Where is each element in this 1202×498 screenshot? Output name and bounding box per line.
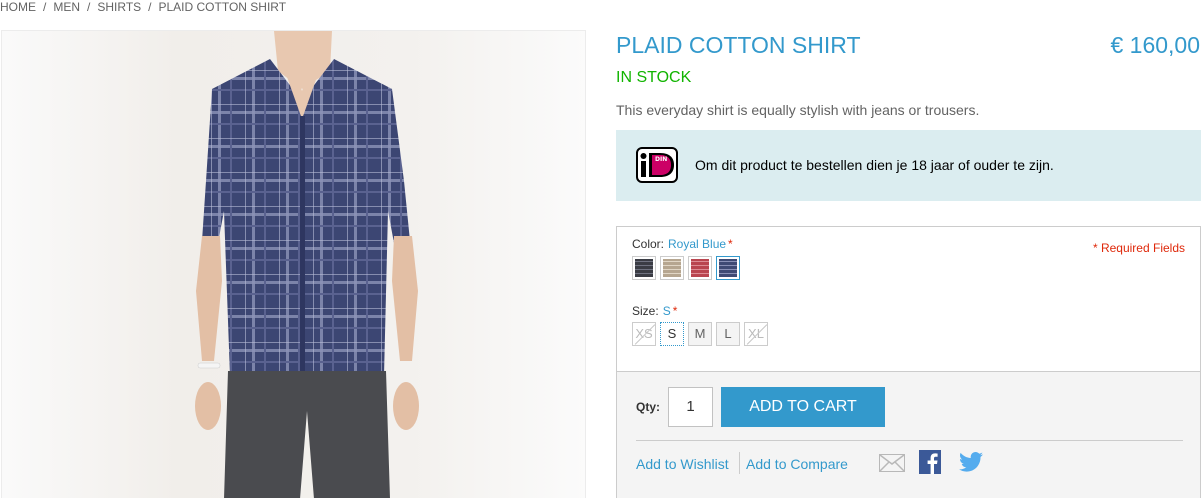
divider bbox=[636, 440, 1183, 441]
required-mark: * bbox=[728, 237, 733, 251]
link-separator bbox=[739, 452, 740, 474]
size-option-xs[interactable]: XS bbox=[632, 322, 656, 346]
color-label-text: Color: bbox=[632, 237, 665, 251]
color-swatch-khaki[interactable] bbox=[660, 256, 684, 280]
product-options: Color: Royal Blue * * Required Fields Size… bbox=[616, 226, 1201, 498]
breadcrumb-separator: / bbox=[148, 0, 152, 14]
options-configurable: Color: Royal Blue * * Required Fields Size… bbox=[617, 227, 1200, 371]
product-price: € 160,00 bbox=[1110, 32, 1200, 58]
breadcrumb-home[interactable]: HOME bbox=[0, 0, 36, 14]
breadcrumb-men[interactable]: MEN bbox=[53, 0, 80, 14]
twitter-icon[interactable] bbox=[959, 452, 983, 477]
age-notice-text: Om dit product te bestellen dien je 18 j… bbox=[695, 157, 1054, 173]
add-to-compare-link[interactable]: Add to Compare bbox=[746, 456, 848, 472]
size-option-label: S bbox=[667, 326, 677, 341]
product-name: PLAID COTTON SHIRT bbox=[616, 32, 861, 58]
qty-input[interactable]: 1 bbox=[668, 387, 713, 427]
size-option-m[interactable]: M bbox=[688, 322, 712, 346]
required-mark: * bbox=[672, 304, 678, 318]
breadcrumb-separator: / bbox=[87, 0, 91, 14]
ideal-logo: DIN bbox=[636, 147, 678, 183]
add-to-cart-area: Qty: 1 ADD TO CART Add to Wishlist Add t… bbox=[617, 371, 1200, 498]
color-swatch-royal-blue[interactable] bbox=[716, 256, 740, 280]
breadcrumb-current: PLAID COTTON SHIRT bbox=[158, 0, 287, 14]
facebook-icon[interactable] bbox=[919, 450, 941, 479]
color-swatch-red[interactable] bbox=[688, 256, 712, 280]
size-option-s[interactable]: S bbox=[660, 322, 684, 346]
add-to-cart-button[interactable]: ADD TO CART bbox=[721, 387, 885, 427]
email-icon[interactable] bbox=[879, 454, 905, 477]
stock-status: IN STOCK bbox=[616, 69, 692, 86]
color-swatch-charcoal[interactable] bbox=[632, 256, 656, 280]
color-label: Color: Royal Blue * bbox=[632, 237, 733, 251]
qty-label: Qty: bbox=[636, 400, 660, 414]
short-description: This everyday shirt is equally stylish w… bbox=[616, 102, 980, 118]
size-option-l[interactable]: L bbox=[716, 322, 740, 346]
product-image[interactable] bbox=[1, 30, 586, 498]
svg-text:DIN: DIN bbox=[655, 156, 667, 163]
color-selected-value: Royal Blue bbox=[668, 237, 727, 251]
breadcrumb-shirts[interactable]: SHIRTS bbox=[97, 0, 141, 14]
size-label-text: Size: bbox=[632, 304, 659, 318]
size-selected-value: S bbox=[662, 304, 671, 318]
age-notice: DIN Om dit product te bestellen dien je … bbox=[616, 130, 1201, 201]
breadcrumb-separator: / bbox=[43, 0, 47, 14]
product-photo bbox=[2, 31, 585, 498]
size-option-xl[interactable]: XL bbox=[744, 322, 768, 346]
size-label: Size: S * bbox=[632, 304, 677, 318]
breadcrumb: HOME / MEN / SHIRTS / PLAID COTTON SHIRT bbox=[0, 0, 286, 14]
add-to-wishlist-link[interactable]: Add to Wishlist bbox=[636, 456, 729, 472]
required-fields-note: * Required Fields bbox=[1092, 241, 1185, 255]
